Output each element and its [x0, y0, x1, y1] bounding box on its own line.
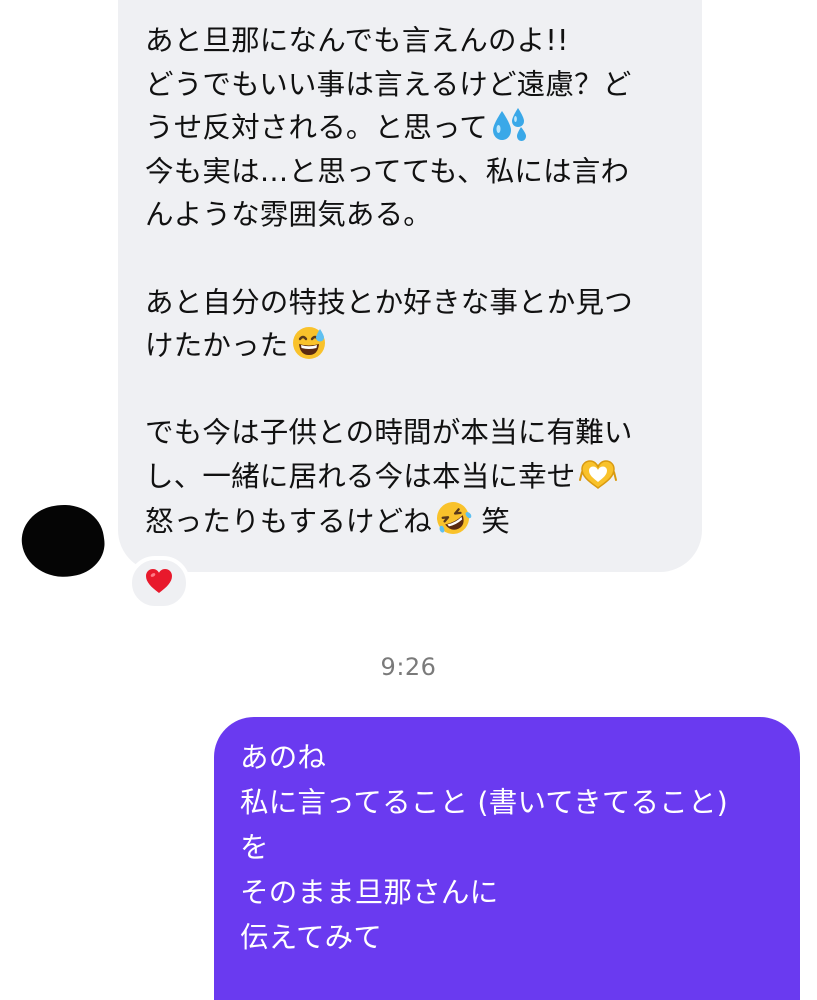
incoming-line: どうでもいい事は言えるけど遠慮？ど	[145, 67, 632, 101]
incoming-line: 怒ったりもするけどね 笑	[145, 499, 685, 543]
outgoing-line: あのね	[240, 741, 327, 774]
incoming-line: けたかった	[145, 324, 685, 368]
incoming-line: うせ反対される。と思って	[145, 106, 685, 150]
incoming-line	[145, 368, 685, 412]
outgoing-message-text: あのね 私に言ってること (書いてきてること) を そのまま旦那さんに 伝えてみ…	[240, 735, 785, 960]
outgoing-line: 私に言ってること (書いてきてること)	[240, 786, 728, 819]
incoming-line: し、一緒に居れる今は本当に幸せ	[145, 455, 685, 499]
rolling-on-floor-laughing-face-icon	[434, 499, 472, 550]
incoming-line: 今も実は…と思ってても、私には言わ	[145, 154, 630, 188]
incoming-line	[145, 237, 685, 281]
avatar[interactable]	[17, 499, 109, 583]
incoming-line: あと自分の特技とか好きな事とか見つ	[145, 285, 633, 319]
heart-hands-icon	[578, 458, 618, 505]
red-heart-icon	[144, 567, 174, 599]
chat-screen: あと旦那になんでも言えんのよ!! どうでもいい事は言えるけど遠慮？ど うせ反対さ…	[0, 0, 817, 1000]
message-timestamp: 9:26	[380, 653, 437, 681]
incoming-message-text: あと旦那になんでも言えんのよ!! どうでもいい事は言えるけど遠慮？ど うせ反対さ…	[145, 19, 685, 542]
outgoing-line: を	[240, 831, 269, 864]
reaction-badge[interactable]	[128, 556, 190, 610]
grinning-sweat-face-icon	[291, 325, 327, 374]
incoming-line: でも今は子供との時間が本当に有難い	[145, 416, 633, 450]
sweat-droplets-icon	[490, 107, 530, 156]
incoming-line: んような雰囲気ある。	[145, 198, 433, 232]
outgoing-line: 伝えてみて	[240, 921, 383, 954]
incoming-line: あと旦那になんでも言えんのよ!!	[145, 24, 569, 57]
outgoing-line: そのまま旦那さんに	[240, 876, 499, 909]
